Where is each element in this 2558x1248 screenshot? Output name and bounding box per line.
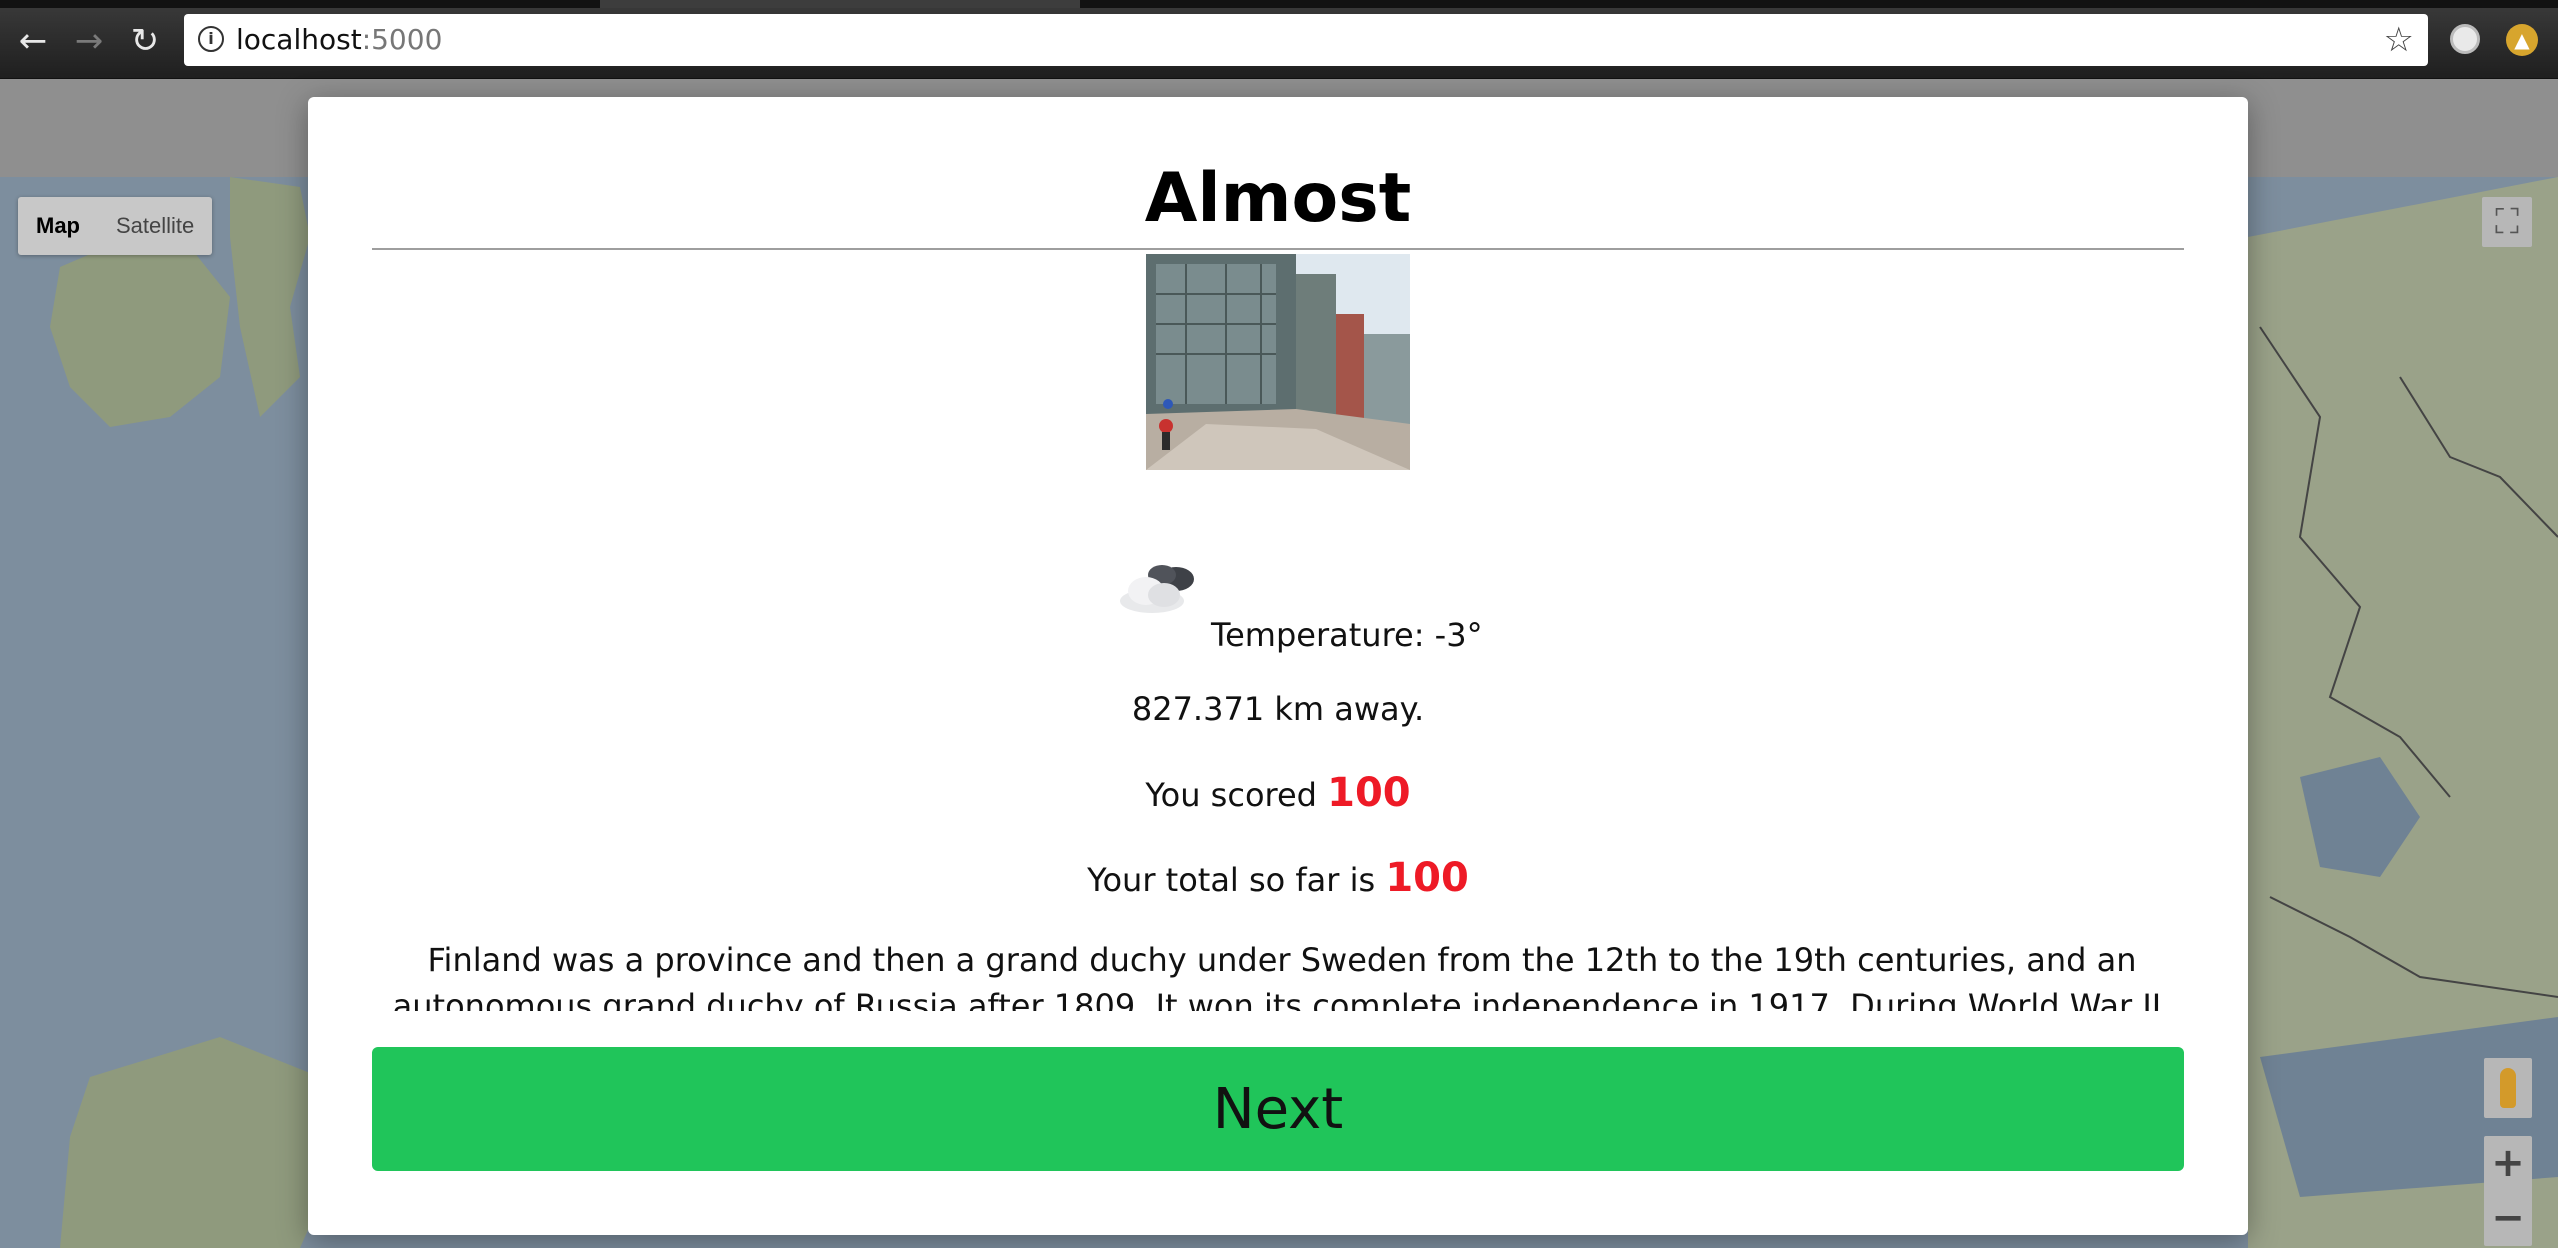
zoom-out-icon[interactable]: − bbox=[2484, 1191, 2532, 1246]
location-photo-image bbox=[1146, 254, 1410, 470]
total-score-line: Your total so far is 100 bbox=[308, 854, 2248, 904]
map-type-map-button[interactable]: Map bbox=[18, 197, 98, 255]
country-description[interactable]: Finland was a province and then a grand … bbox=[382, 937, 2182, 1011]
reload-icon[interactable]: ↻ bbox=[120, 16, 170, 66]
temperature-text: Temperature: -3° bbox=[1211, 616, 1483, 654]
pegman-figure bbox=[2500, 1068, 2516, 1108]
site-info-icon[interactable]: i bbox=[198, 26, 224, 52]
next-button[interactable]: Next bbox=[372, 1047, 2184, 1171]
total-score-label: Your total so far is bbox=[1087, 861, 1376, 899]
map-type-control: Map Satellite bbox=[18, 197, 213, 255]
round-score-value: 100 bbox=[1327, 770, 1411, 816]
land-iberia bbox=[60, 1037, 340, 1248]
active-tab[interactable] bbox=[600, 0, 1080, 8]
fullscreen-icon[interactable]: ⛶ bbox=[2482, 197, 2532, 247]
address-bar[interactable]: i localhost:5000 ☆ bbox=[184, 14, 2428, 66]
round-score-label: You scored bbox=[1145, 776, 1317, 814]
forward-arrow-icon[interactable]: → bbox=[64, 16, 114, 66]
tab-strip bbox=[0, 0, 2558, 8]
land-britain bbox=[230, 177, 310, 417]
back-arrow-icon[interactable]: ← bbox=[8, 16, 58, 66]
zoom-control: + − bbox=[2484, 1136, 2532, 1246]
location-photo bbox=[1146, 254, 1410, 470]
total-score-value: 100 bbox=[1385, 855, 1469, 901]
modal-title: Almost bbox=[1144, 159, 1412, 238]
street-view-pegman-icon[interactable] bbox=[2484, 1058, 2532, 1118]
distance-text: 827.371 km away. bbox=[1131, 690, 1425, 728]
result-modal: Almost Temperature: -3° 827.371 km away.… bbox=[308, 97, 2248, 1235]
bookmark-star-icon[interactable]: ☆ bbox=[2384, 20, 2414, 60]
land-ireland bbox=[50, 237, 230, 427]
url-host: localhost bbox=[236, 23, 362, 56]
title-divider bbox=[372, 248, 2184, 250]
extension-icon[interactable] bbox=[2450, 24, 2480, 54]
profile-avatar-icon[interactable]: ▲ bbox=[2506, 24, 2538, 56]
url-text[interactable]: localhost:5000 bbox=[236, 24, 442, 56]
zoom-in-icon[interactable]: + bbox=[2484, 1136, 2532, 1191]
map-type-satellite-button[interactable]: Satellite bbox=[98, 197, 212, 255]
round-score-line: You scored 100 bbox=[308, 769, 2248, 819]
url-port: :5000 bbox=[361, 23, 443, 56]
cloudy-weather-icon bbox=[1120, 565, 1194, 613]
browser-toolbar: ← → ↻ i localhost:5000 ☆ ▲ bbox=[0, 0, 2558, 79]
